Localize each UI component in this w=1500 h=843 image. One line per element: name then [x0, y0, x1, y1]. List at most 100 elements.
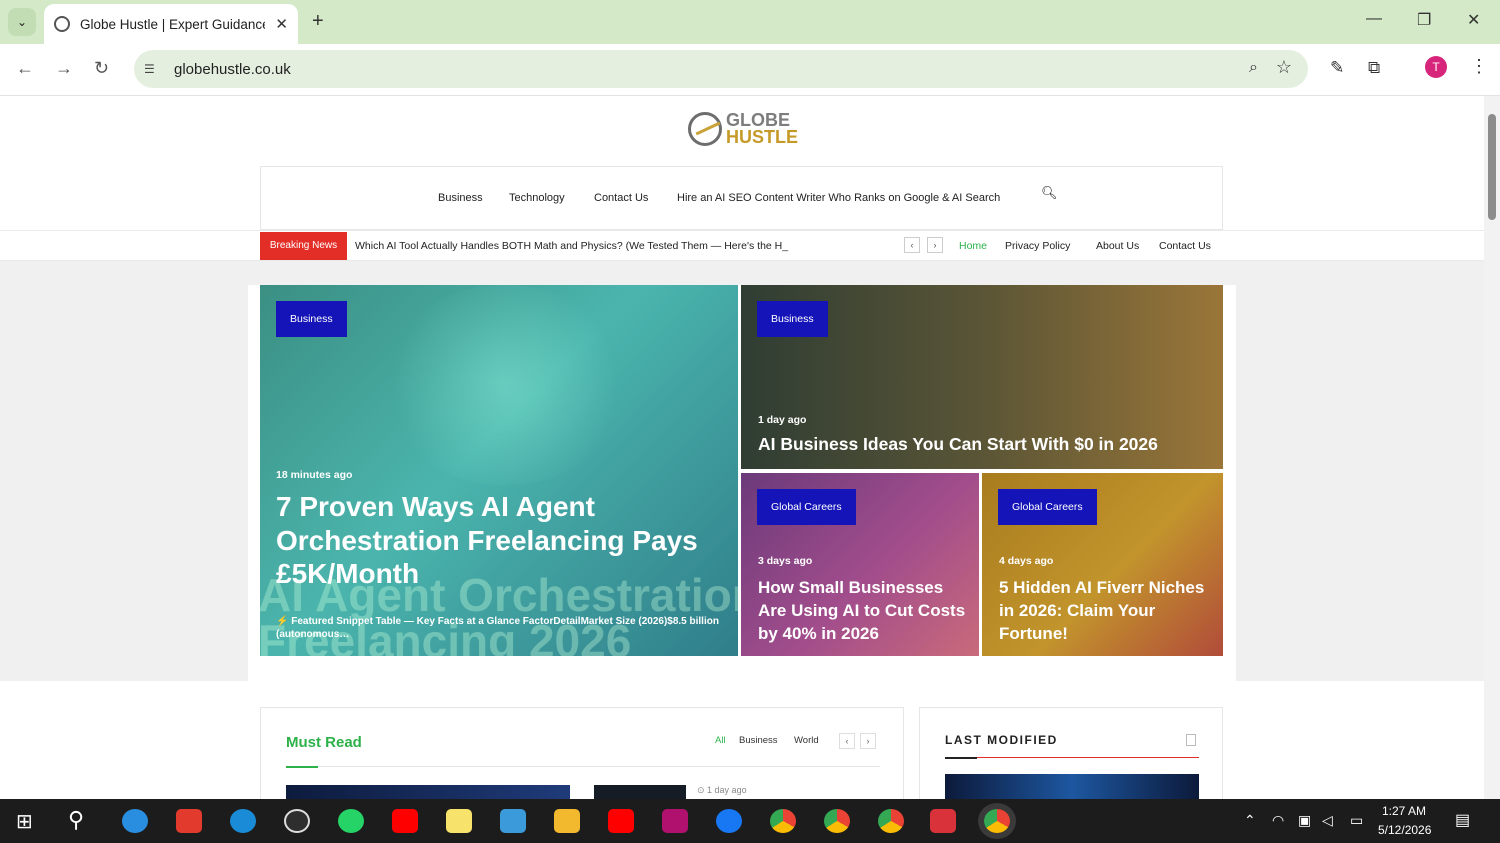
address-bar[interactable]: ☰ globehustle.co.uk ⌕ ☆: [134, 50, 1308, 88]
zoom-icon[interactable]: ⌕: [1249, 59, 1258, 77]
category-badge[interactable]: Business: [757, 301, 828, 337]
browser-menu-icon[interactable]: ⋮: [1470, 56, 1488, 77]
filter-world[interactable]: World: [794, 735, 819, 746]
filter-all[interactable]: All: [715, 735, 726, 746]
post-title[interactable]: 7 Proven Ways AI Agent Orchestration Fre…: [276, 490, 716, 591]
windows-start-icon[interactable]: ⊞: [16, 809, 33, 834]
article-thumbnail[interactable]: [945, 774, 1199, 799]
page-scrollbar[interactable]: [1484, 96, 1500, 799]
facebook-icon[interactable]: [716, 809, 742, 833]
hero-card-main[interactable]: AI Agent Orchestration Freelancing 2026 …: [260, 285, 738, 656]
chrome-profile-icon[interactable]: [824, 809, 850, 833]
meet-icon[interactable]: ▣: [1298, 812, 1311, 829]
search-icon[interactable]: 🔍︎: [1041, 185, 1058, 201]
post-time: 3 days ago: [758, 555, 813, 567]
top-link-home[interactable]: Home: [959, 240, 987, 252]
site-settings-icon[interactable]: ☰: [144, 62, 162, 76]
post-title[interactable]: AI Business Ideas You Can Start With $0 …: [758, 434, 1208, 455]
youtube-icon[interactable]: [392, 809, 418, 833]
wps-office-icon[interactable]: [176, 809, 202, 833]
nav-hire-writer[interactable]: Hire an AI SEO Content Writer Who Ranks …: [677, 192, 1000, 204]
category-badge[interactable]: Global Careers: [757, 489, 856, 525]
profile-avatar[interactable]: T: [1425, 56, 1447, 78]
main-nav: Business Technology Contact Us Hire an A…: [260, 166, 1223, 230]
notifications-icon[interactable]: ▤: [1455, 810, 1470, 830]
new-tab-button[interactable]: +: [312, 10, 324, 33]
title-underline: [286, 766, 318, 768]
youtube-icon[interactable]: [608, 809, 634, 833]
top-link-about[interactable]: About Us: [1096, 240, 1139, 252]
category-badge[interactable]: Business: [276, 301, 347, 337]
windows-taskbar: ⊞ ⚲ ⌃ ◠ ▣ ◁ ▭ 1:27 AM 5/12/2026 ▤: [0, 799, 1500, 843]
ticker-next-icon[interactable]: ›: [927, 237, 943, 253]
tab-title: Globe Hustle | Expert Guidance: [80, 16, 265, 32]
breaking-news-bar: Breaking News Which AI Tool Actually Han…: [0, 230, 1484, 261]
chatgpt-icon[interactable]: [284, 809, 310, 833]
tab-close-icon[interactable]: ✕: [275, 15, 288, 33]
app-icon[interactable]: [662, 809, 688, 833]
browser-tab-strip: ⌄ Globe Hustle | Expert Guidance ✕ + — ❐…: [0, 0, 1500, 44]
file-explorer-icon[interactable]: [554, 809, 580, 833]
hero-card-4[interactable]: Global Careers 4 days ago 5 Hidden AI Fi…: [982, 473, 1223, 656]
tray-chevron-icon[interactable]: ⌃: [1244, 812, 1256, 829]
top-link-contact[interactable]: Contact Us: [1159, 240, 1211, 252]
clock-date[interactable]: 5/12/2026: [1378, 823, 1431, 837]
post-time: ⊙ 1 day ago: [697, 785, 747, 795]
snipping-tool-icon[interactable]: [930, 809, 956, 833]
globe-icon: [54, 16, 70, 32]
extension-feather-icon[interactable]: ✎: [1330, 58, 1344, 78]
back-arrow-icon[interactable]: ←: [16, 58, 34, 79]
tab-search-chevron-icon[interactable]: ⌄: [8, 8, 36, 36]
bookmark-star-icon[interactable]: ☆: [1276, 57, 1292, 78]
nav-business[interactable]: Business: [438, 192, 483, 204]
app-icon[interactable]: [500, 809, 526, 833]
must-read-title: Must Read: [286, 734, 362, 751]
forward-arrow-icon[interactable]: →: [55, 58, 73, 79]
brain-illustration: [380, 285, 630, 485]
chrome-icon[interactable]: [770, 809, 796, 833]
top-link-privacy[interactable]: Privacy Policy: [1005, 240, 1070, 252]
category-badge[interactable]: Global Careers: [998, 489, 1097, 525]
hero-card-2[interactable]: Business 1 day ago AI Business Ideas You…: [741, 285, 1223, 469]
volume-icon[interactable]: ◁: [1322, 812, 1333, 829]
article-thumbnail[interactable]: [286, 785, 570, 799]
copilot-icon[interactable]: [122, 809, 148, 833]
nav-technology[interactable]: Technology: [509, 192, 565, 204]
edge-icon[interactable]: [230, 809, 256, 833]
clock-time[interactable]: 1:27 AM: [1382, 804, 1426, 818]
breaking-news-label: Breaking News: [260, 232, 347, 260]
ticker-prev-icon[interactable]: ‹: [904, 237, 920, 253]
close-window-button[interactable]: ✕: [1467, 10, 1480, 30]
article-thumbnail[interactable]: [594, 785, 686, 799]
web-page: GLOBE HUSTLE Business Technology Contact…: [0, 96, 1484, 799]
divider: [318, 766, 880, 767]
minimize-button[interactable]: —: [1366, 10, 1382, 28]
sticky-notes-icon[interactable]: [446, 809, 472, 833]
chrome-active-icon[interactable]: [984, 809, 1010, 833]
reload-icon[interactable]: ↻: [94, 58, 109, 79]
nav-contact-us[interactable]: Contact Us: [594, 192, 648, 204]
whatsapp-icon[interactable]: [338, 809, 364, 833]
browser-tab[interactable]: Globe Hustle | Expert Guidance ✕: [44, 4, 298, 44]
search-icon[interactable]: ⚲: [68, 807, 84, 833]
chrome-profile-icon[interactable]: [878, 809, 904, 833]
extensions-puzzle-icon[interactable]: ⧉: [1368, 58, 1380, 78]
post-time: 18 minutes ago: [276, 469, 353, 481]
logo-text-hustle: HUSTLE: [726, 127, 798, 147]
last-modified-title: LAST MODIFIED: [945, 733, 1058, 747]
post-title[interactable]: How Small Businesses Are Using AI to Cut…: [758, 576, 968, 645]
breaking-news-headline[interactable]: Which AI Tool Actually Handles BOTH Math…: [355, 240, 788, 252]
filter-business[interactable]: Business: [739, 735, 778, 746]
wifi-icon[interactable]: ◠: [1272, 812, 1284, 829]
prev-arrow-icon[interactable]: ‹: [839, 733, 855, 749]
scrollbar-thumb[interactable]: [1488, 114, 1496, 220]
post-title[interactable]: 5 Hidden AI Fiverr Niches in 2026: Claim…: [999, 576, 1209, 645]
hero-card-3[interactable]: Global Careers 3 days ago How Small Busi…: [741, 473, 979, 656]
last-modified-widget: LAST MODIFIED: [919, 707, 1223, 799]
restore-button[interactable]: ❐: [1417, 10, 1431, 30]
browser-toolbar: ← → ↻ ☰ globehustle.co.uk ⌕ ☆ ✎ ⧉ T ⋮: [0, 44, 1500, 96]
battery-icon[interactable]: ▭: [1350, 812, 1363, 829]
next-arrow-icon[interactable]: ›: [860, 733, 876, 749]
divider: [945, 757, 1199, 758]
site-logo[interactable]: GLOBE HUSTLE: [688, 111, 798, 147]
